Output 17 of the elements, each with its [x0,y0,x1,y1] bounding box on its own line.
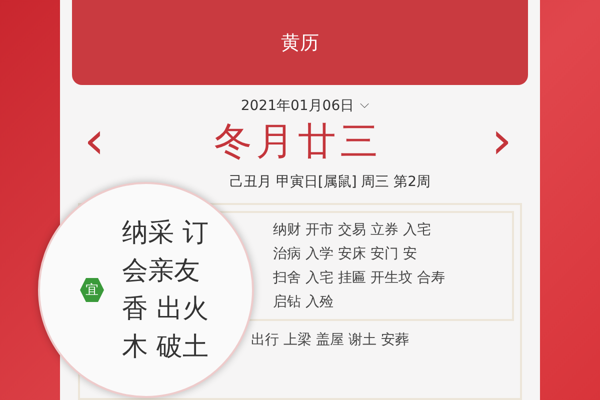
yi-badge: 宜 [80,278,104,302]
yi-line: 扫舍 入宅 挂匾 开生坟 合寿 [273,269,445,288]
yi-line: 治病 入学 安床 安门 安 [273,245,417,264]
previous-arrow[interactable]: ‹ [84,121,105,161]
magnified-line: 纳采 订 [122,217,208,250]
lunar-date: 冬月廿三 [214,118,382,164]
ji-line: 出行 上梁 盖屋 谢土 安葬 [251,331,409,349]
info-line: 己丑月 甲寅日[属鼠] 周三 第2周 [229,173,431,191]
yi-line: 纳财 开市 交易 立券 入宅 [273,221,431,240]
magnified-line: 香 出火 [122,293,208,326]
next-arrow[interactable]: › [491,121,512,161]
yi-line: 启钻 入殓 [273,293,334,312]
header-title: 黄历 [281,30,319,56]
magnified-line: 木 破土 [122,331,208,364]
dropdown-icon[interactable]: ⌵ [360,97,370,115]
magnified-line: 会亲友 [122,255,201,288]
date-label[interactable]: 2021年01月06日 [240,97,354,115]
